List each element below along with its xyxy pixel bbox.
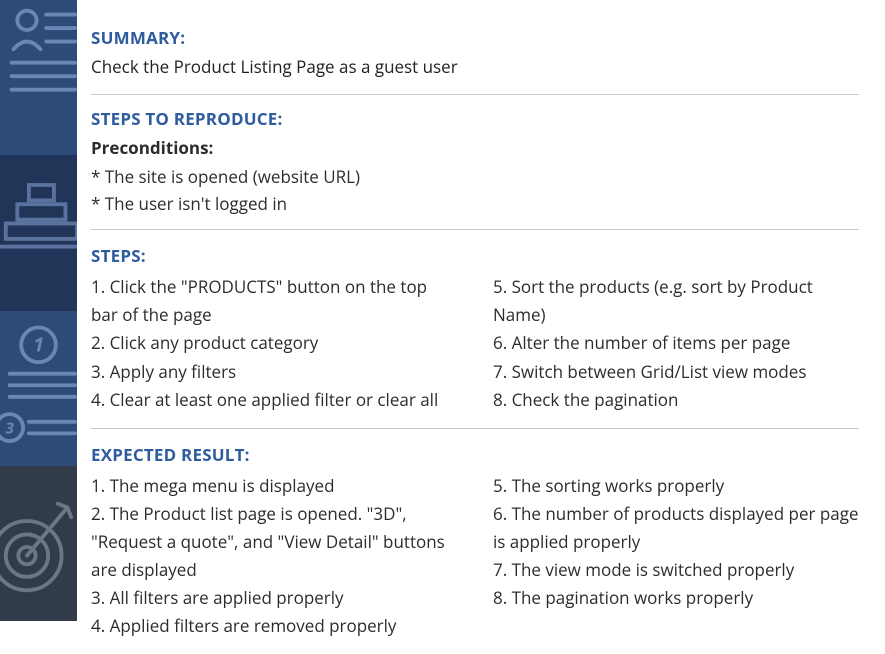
expected-item: 3. All filters are applied properly — [91, 584, 457, 612]
step-item: 1. Click the "PRODUCTS" button on the to… — [91, 273, 457, 329]
expected-item: 5. The sorting works properly — [493, 472, 859, 500]
preconditions-label: Preconditions: — [91, 136, 859, 159]
expected-item: 2. The Product list page is opened. "3D"… — [91, 500, 457, 584]
steps-to-reproduce-section: STEPS TO REPRODUCE: Preconditions: * The… — [91, 107, 859, 229]
blocks-icon — [0, 155, 77, 310]
step-item: 6. Alter the number of items per page — [493, 329, 859, 357]
expected-item: 6. The number of products displayed per … — [493, 500, 859, 556]
svg-text:1: 1 — [33, 330, 44, 357]
summary-title: SUMMARY: — [91, 26, 859, 49]
sidebar-tile-3: 1 3 — [0, 311, 77, 466]
precondition-item: * The user isn't logged in — [91, 190, 859, 217]
expected-result-section: EXPECTED RESULT: 1. The mega menu is dis… — [91, 441, 859, 654]
summary-text: Check the Product Listing Page as a gues… — [91, 55, 859, 94]
steps-to-reproduce-title: STEPS TO REPRODUCE: — [91, 107, 859, 130]
main-content: SUMMARY: Check the Product Listing Page … — [77, 0, 885, 621]
divider — [91, 428, 859, 429]
step-item: 7. Switch between Grid/List view modes — [493, 358, 859, 386]
divider — [91, 94, 859, 95]
step-item: 3. Apply any filters — [91, 358, 457, 386]
steps-title: STEPS: — [91, 244, 859, 267]
document-icon — [0, 0, 77, 155]
target-icon — [0, 466, 77, 621]
expected-left-column: 1. The mega menu is displayed 2. The Pro… — [91, 472, 457, 640]
preconditions-block: Preconditions: * The site is opened (web… — [91, 136, 859, 229]
expected-right-column: 5. The sorting works properly 6. The num… — [493, 472, 859, 640]
steps-right-column: 5. Sort the products (e.g. sort by Produ… — [493, 273, 859, 413]
numbers-icon: 1 3 — [0, 311, 77, 466]
step-item: 2. Click any product category — [91, 329, 457, 357]
sidebar-tile-4 — [0, 466, 77, 621]
steps-section: STEPS: 1. Click the "PRODUCTS" button on… — [91, 242, 859, 427]
step-item: 4. Clear at least one applied filter or … — [91, 386, 457, 414]
step-item: 5. Sort the products (e.g. sort by Produ… — [493, 273, 859, 329]
steps-left-column: 1. Click the "PRODUCTS" button on the to… — [91, 273, 457, 413]
svg-text:3: 3 — [5, 417, 14, 438]
summary-section: SUMMARY: Check the Product Listing Page … — [91, 26, 859, 94]
expected-item: 8. The pagination works properly — [493, 584, 859, 612]
expected-item: 4. Applied filters are removed properly — [91, 612, 457, 640]
decorative-sidebar: 1 3 — [0, 0, 77, 621]
precondition-item: * The site is opened (website URL) — [91, 163, 859, 190]
divider — [91, 229, 859, 230]
expected-result-title: EXPECTED RESULT: — [91, 443, 859, 466]
expected-item: 7. The view mode is switched properly — [493, 556, 859, 584]
expected-item: 1. The mega menu is displayed — [91, 472, 457, 500]
step-item: 8. Check the pagination — [493, 386, 859, 414]
sidebar-tile-1 — [0, 0, 77, 155]
sidebar-tile-2 — [0, 155, 77, 310]
